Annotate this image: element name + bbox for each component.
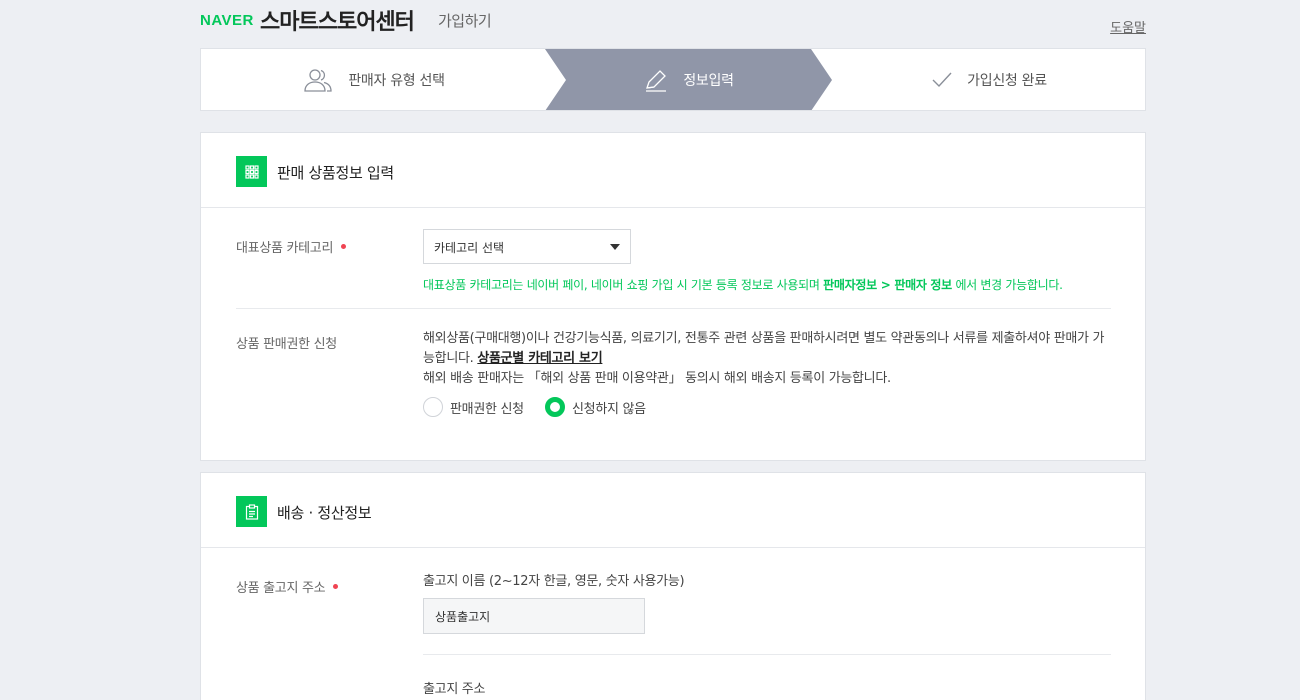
page-header: NAVER 스마트스토어센터 가입하기 도움말 xyxy=(200,0,1146,40)
naver-logo[interactable]: NAVER xyxy=(200,12,254,29)
section-header: 판매 상품정보 입력 xyxy=(201,133,1145,208)
address-label-text: 상품 출고지 주소 xyxy=(236,581,326,596)
step-info-input: 정보입력 xyxy=(546,49,831,110)
help-link[interactable]: 도움말 xyxy=(1110,17,1146,36)
step-seller-type: 판매자 유형 선택 xyxy=(201,49,546,110)
warehouse-name-label: 출고지 이름 (2~12자 한글, 영문, 숫자 사용가능) xyxy=(423,574,685,589)
step-label: 가입신청 완료 xyxy=(967,72,1047,89)
required-indicator xyxy=(333,584,339,589)
radio-apply-permission[interactable]: 판매권한 신청 xyxy=(423,397,524,417)
radio-no-apply[interactable]: 신청하지 않음 xyxy=(545,397,646,417)
step-label: 판매자 유형 선택 xyxy=(348,72,445,89)
warehouse-name-input[interactable] xyxy=(423,598,645,634)
product-info-section: 판매 상품정보 입력 대표상품 카테고리 카테고리 선택 대표상품 카테고리는 … xyxy=(200,132,1146,461)
signup-steps: 판매자 유형 선택 정보입력 가입신청 완료 xyxy=(200,48,1146,111)
category-help-text: 대표상품 카테고리는 네이버 페이, 네이버 쇼핑 가입 시 기본 등록 정보로… xyxy=(423,276,1063,293)
note-bold: 판매자정보 > 판매자 정보 xyxy=(823,278,952,292)
clipboard-icon xyxy=(236,496,267,527)
overseas-text: 해외 배송 판매자는 「해외 상품 판매 이용약관」 동의시 해외 배송지 등록… xyxy=(423,371,891,386)
row-divider xyxy=(423,654,1111,655)
row-divider xyxy=(236,308,1111,309)
warehouse-address-label: 출고지 주소 xyxy=(423,682,486,697)
category-select-value: 카테고리 선택 xyxy=(434,241,505,255)
shipping-settlement-section: 배송 · 정산정보 상품 출고지 주소 출고지 이름 (2~12자 한글, 영문… xyxy=(200,472,1146,700)
smartstore-title: 스마트스토어센터 xyxy=(260,10,415,35)
required-indicator xyxy=(341,244,347,249)
users-icon xyxy=(302,67,334,93)
radio-circle[interactable] xyxy=(423,397,443,417)
radio-circle-selected[interactable] xyxy=(545,397,565,417)
note-suffix: 에서 변경 가능합니다. xyxy=(955,278,1063,292)
category-link[interactable]: 상품군별 카테고리 보기 xyxy=(477,351,602,366)
category-label-text: 대표상품 카테고리 xyxy=(236,241,334,256)
note-prefix: 대표상품 카테고리는 네이버 페이, 네이버 쇼핑 가입 시 기본 등록 정보로… xyxy=(423,278,820,292)
join-subtitle: 가입하기 xyxy=(438,12,492,30)
section-title: 판매 상품정보 입력 xyxy=(277,164,394,182)
section-title: 배송 · 정산정보 xyxy=(277,504,372,522)
caret-down-icon xyxy=(610,244,620,250)
category-select[interactable]: 카테고리 선택 xyxy=(423,229,631,264)
permission-description: 해외상품(구매대행)이나 건강기능식품, 의료기기, 전통주 관련 상품을 판매… xyxy=(423,329,1113,389)
radio-label: 신청하지 않음 xyxy=(572,401,646,417)
radio-label: 판매권한 신청 xyxy=(450,401,524,417)
check-icon xyxy=(931,71,953,89)
step-complete: 가입신청 완료 xyxy=(831,49,1145,110)
section-header: 배송 · 정산정보 xyxy=(201,473,1145,548)
pencil-icon xyxy=(643,67,669,93)
permission-label: 상품 판매권한 신청 xyxy=(236,337,337,352)
step-label: 정보입력 xyxy=(683,72,734,89)
address-label: 상품 출고지 주소 xyxy=(236,577,339,596)
category-label: 대표상품 카테고리 xyxy=(236,237,347,256)
grid-icon xyxy=(236,156,267,187)
